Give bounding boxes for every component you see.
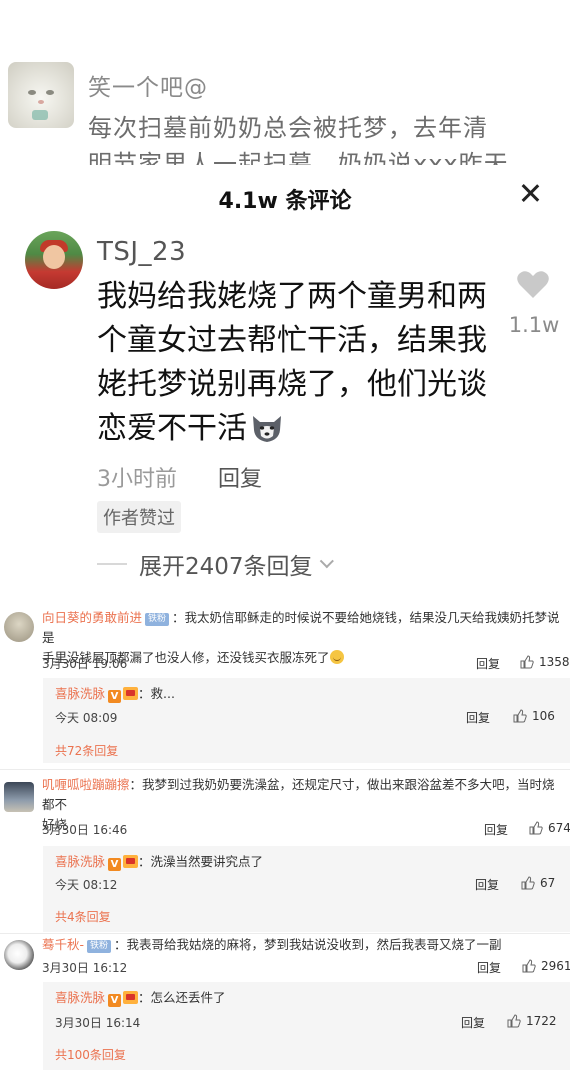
thumb-up-icon [529,821,543,835]
like-count: 106 [532,709,555,723]
comment-panel: 4.1w 条评论 TSJ_23 我妈给我姥烧了两个童男和两 个童女过去帮忙干活，… [0,165,570,595]
reply-box: 喜脉洗脉 V ：洗澡当然要讲究点了 今天 08:12 回复 67 共4条回复 [43,846,570,932]
reply-box: 喜脉洗脉 V ：救... 今天 08:09 回复 106 共72条回复 [43,678,570,763]
commenter-name[interactable]: 蓦千秋- [42,937,84,952]
thumb-up-icon [521,876,535,890]
verified-badge-icon: V [108,858,122,871]
reply-button[interactable]: 回复 [218,461,262,493]
thumb-up-icon [522,959,536,973]
expand-replies-label: 展开2407条回复 [139,554,313,580]
like-count: 1.1w [508,313,560,337]
more-replies-link[interactable]: 共72条回复 [55,742,118,759]
reply-text: ：怎么还丢件了 [138,990,226,1005]
weibo-comment-list: 向日葵的勇敢前进 铁粉 ：我太奶信耶稣走的时候说不要给她烧钱，结果没几天给我姨奶托梦… [0,598,570,1080]
reply-body: 喜脉洗脉 V ：洗澡当然要讲究点了 [55,852,263,872]
comment-text-line: 姥托梦说别再烧了，他们光谈 [97,367,487,402]
like-count: 1722 [526,1014,557,1028]
comment-time: 3月30日 16:12 [42,961,128,975]
comment-text-line: 我妈给我姥烧了两个童男和两 [97,279,487,314]
commenter-name[interactable]: 向日葵的勇敢前进 [42,610,142,625]
reply-button[interactable]: 回复 [475,876,499,893]
reply-body: 喜脉洗脉 V ：救... [55,684,175,704]
reply-button[interactable]: 回复 [477,959,501,976]
vip-crown-icon [123,991,139,1004]
replier-name[interactable]: 喜脉洗脉 [55,990,105,1005]
fan-badge: 铁粉 [145,613,170,626]
list-item: 叽喱呱啦蹦蹦擦：我梦到过我奶奶要洗澡盆，还规定尺寸，做出来跟浴盆差不多大吧，当时… [0,770,570,932]
like-count: 1358 [539,655,570,669]
reply-time: 今天 08:12 [55,878,118,892]
more-replies-link[interactable]: 共100条回复 [55,1046,126,1063]
author-liked-badge: 作者赞过 [97,501,181,533]
fan-badge: 铁粉 [87,940,112,953]
husky-icon [249,412,285,444]
list-item: 向日葵的勇敢前进 铁粉 ：我太奶信耶稣走的时候说不要给她烧钱，结果没几天给我姨奶托梦… [0,598,570,763]
reply-button[interactable]: 回复 [461,1014,485,1031]
comment-time: 3月30日 16:46 [42,823,128,837]
previous-comment-text-line2: 明节家里人一起扫墓，奶奶说xxx昨天 [88,150,509,165]
divider [97,563,127,565]
replier-name[interactable]: 喜脉洗脉 [55,686,105,701]
more-replies-link[interactable]: 共4条回复 [55,908,111,925]
like-button[interactable]: 674 [529,821,570,835]
verified-badge-icon: V [108,994,122,1007]
reply-text: ：救... [138,686,175,701]
like-button[interactable]: 2961 [522,959,570,973]
reply-button[interactable]: 回复 [484,821,508,838]
verified-badge-icon: V [108,690,122,703]
comment-body: 蓦千秋- 铁粉 ：我表哥给我姑烧的麻将，梦到我姑说没收到，然后我表哥又烧了一副 [42,935,567,955]
like-count: 674 [548,821,570,835]
thumb-up-icon [520,655,534,669]
close-icon[interactable] [515,179,545,209]
like-button[interactable]: 67 [521,876,555,890]
reply-button[interactable]: 回复 [466,709,490,726]
thumb-up-icon [507,1014,521,1028]
list-item: 蓦千秋- 铁粉 ：我表哥给我姑烧的麻将，梦到我姑说没收到，然后我表哥又烧了一副 3月… [0,934,570,1080]
comment-text: 我妈给我姥烧了两个童男和两 个童女过去帮忙干活，结果我 姥托梦说别再烧了，他们光… [97,275,507,451]
thumb-up-icon [513,709,527,723]
reply-body: 喜脉洗脉 V ：怎么还丢件了 [55,988,226,1008]
heart-icon[interactable] [516,269,550,299]
chevron-down-icon [319,554,334,569]
previous-comment-author[interactable]: 笑一个吧@ [88,68,208,102]
comment-text-line-last: 恋爱不干活 [97,407,507,451]
avatar[interactable] [4,782,34,812]
reply-box: 喜脉洗脉 V ：怎么还丢件了 3月30日 16:14 回复 1722 共100条回复 [43,982,570,1070]
commenter-name[interactable]: 叽喱呱啦蹦蹦擦 [42,777,130,792]
like-count: 67 [540,876,556,890]
previous-comment: 笑一个吧@ 每次扫墓前奶奶总会被托梦，去年清 明节家里人一起扫墓，奶奶说xxx昨… [0,0,570,165]
comment-time: 3月30日 19:06 [42,657,128,671]
comment-text: ：我表哥给我姑烧的麻将，梦到我姑说没收到，然后我表哥又烧了一副 [114,937,502,952]
laugh-emoji-icon [329,650,344,664]
reply-time: 3月30日 16:14 [55,1016,141,1030]
like-button[interactable]: 1722 [507,1014,557,1028]
like-count: 2961 [541,959,570,973]
reply-button[interactable]: 回复 [476,655,500,672]
cat-avatar[interactable] [8,62,74,128]
comment-time: 3小时前 [97,467,177,492]
like-button[interactable]: 1358 [520,655,570,669]
avatar[interactable] [25,231,83,289]
comment-count-title: 4.1w 条评论 [218,189,352,214]
vip-crown-icon [123,687,139,700]
expand-replies-button[interactable]: 展开2407条回复 [97,549,334,580]
previous-comment-text-line1: 每次扫墓前奶奶总会被托梦，去年清 [88,114,488,142]
like-button[interactable]: 106 [513,709,555,723]
reply-time: 今天 08:09 [55,711,118,725]
replier-name[interactable]: 喜脉洗脉 [55,854,105,869]
avatar[interactable] [4,612,34,642]
reply-text: ：洗澡当然要讲究点了 [138,854,264,869]
vip-crown-icon [123,855,139,868]
comment-text-line: 个童女过去帮忙干活，结果我 [97,323,487,358]
avatar[interactable] [4,940,34,970]
comment-author[interactable]: TSJ_23 [97,237,186,267]
